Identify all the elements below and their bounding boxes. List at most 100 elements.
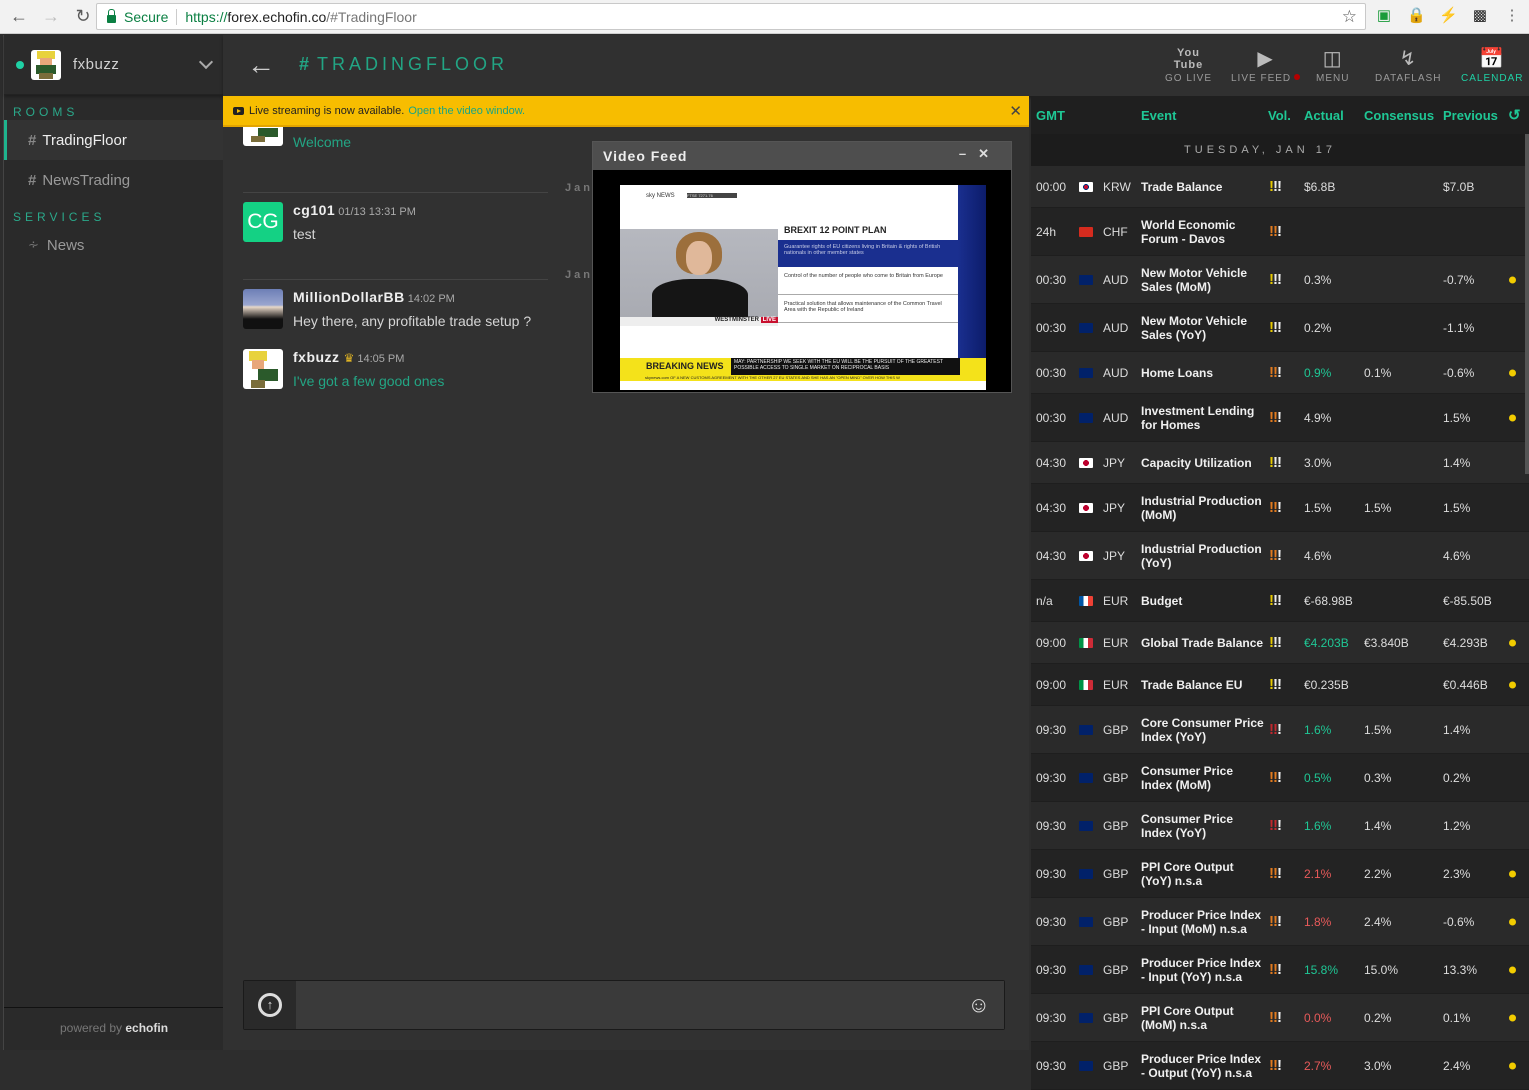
alert-dot-icon xyxy=(1509,918,1516,925)
live-feed-button[interactable]: ▶ LIVE FEED xyxy=(1231,45,1301,84)
message-author[interactable]: fxbuzz xyxy=(293,349,340,365)
event-name[interactable]: Consumer Price Index (MoM) xyxy=(1141,764,1265,792)
event-name[interactable]: New Motor Vehicle Sales (MoM) xyxy=(1141,266,1265,294)
table-row[interactable]: 09:30 GBP Producer Price Index - Input (Mo… xyxy=(1031,898,1529,946)
table-row[interactable]: n/a EUR Budget!!! €-68.98B €-85.50B xyxy=(1031,580,1529,622)
event-name[interactable]: Producer Price Index - Input (MoM) n.s.a xyxy=(1141,908,1265,936)
table-row[interactable]: 00:30 AUD Home Loans!!! 0.9% 0.1% -0.6% xyxy=(1031,352,1529,394)
actual-value: 3.0% xyxy=(1304,455,1332,470)
flag-jp-icon xyxy=(1079,550,1093,561)
upload-button[interactable]: ↑ xyxy=(244,981,296,1029)
message-author[interactable]: cg101 xyxy=(293,202,335,218)
message-text: test xyxy=(293,226,316,242)
event-name[interactable]: Trade Balance xyxy=(1141,180,1265,194)
video-window-header[interactable]: Video Feed –✕ xyxy=(593,142,1011,170)
table-row[interactable]: 09:00 EUR Trade Balance EU!!! €0.235B €0.446… xyxy=(1031,664,1529,706)
video-feed-window[interactable]: Video Feed –✕ sky NEWS FTSE 7271.76 WEST… xyxy=(592,141,1012,393)
table-row[interactable]: 09:30 GBP Core Consumer Price Index (YoY)!… xyxy=(1031,706,1529,754)
event-name[interactable]: Producer Price Index - Output (YoY) n.s.… xyxy=(1141,1052,1265,1080)
actual-value: €4.203B xyxy=(1304,635,1349,650)
event-time: 00:30 xyxy=(1036,272,1067,287)
event-time: 00:00 xyxy=(1036,179,1067,194)
table-row[interactable]: 09:00 EUR Global Trade Balance!!! €4.203B €3… xyxy=(1031,622,1529,664)
user-menu[interactable]: fxbuzz xyxy=(4,35,223,95)
flag-gb-icon xyxy=(1079,868,1093,879)
table-row[interactable]: 00:30 AUD New Motor Vehicle Sales (YoY)!!!… xyxy=(1031,304,1529,352)
table-row[interactable]: 04:30 JPY Industrial Production (YoY)!!! 4.… xyxy=(1031,532,1529,580)
youtube-icon: You Tube xyxy=(1173,47,1204,71)
table-row[interactable]: 00:30 AUD Investment Lending for Homes!!! 4… xyxy=(1031,394,1529,442)
event-name[interactable]: PPI Core Output (YoY) n.s.a xyxy=(1141,860,1265,888)
event-name[interactable]: Global Trade Balance xyxy=(1141,636,1265,650)
previous-value: €4.293B xyxy=(1443,635,1488,650)
event-name[interactable]: Capacity Utilization xyxy=(1141,456,1265,470)
event-name[interactable]: PPI Core Output (MoM) n.s.a xyxy=(1141,1004,1265,1032)
table-row[interactable]: 09:30 GBP Consumer Price Index (MoM)!!! 0.5… xyxy=(1031,754,1529,802)
event-name[interactable]: World Economic Forum - Davos xyxy=(1141,218,1265,246)
minimize-icon[interactable]: – xyxy=(959,146,978,161)
table-row[interactable]: 09:30 GBP Producer Price Index - Input (Yo… xyxy=(1031,946,1529,994)
table-row[interactable]: 09:30 GBP Producer Price Index - Output (Y… xyxy=(1031,1042,1529,1090)
padlock-extension-icon[interactable]: 🔒 xyxy=(1407,7,1426,25)
event-name[interactable]: Budget xyxy=(1141,594,1265,608)
table-row[interactable]: 00:30 AUD New Motor Vehicle Sales (MoM)!!!… xyxy=(1031,256,1529,304)
table-row[interactable]: 24h CHF World Economic Forum - Davos!!! xyxy=(1031,208,1529,256)
actual-value: 2.7% xyxy=(1304,1058,1332,1073)
event-name[interactable]: Trade Balance EU xyxy=(1141,678,1265,692)
currency: GBP xyxy=(1103,962,1129,977)
lightning-extension-icon[interactable]: ⚡ xyxy=(1439,7,1458,25)
chevron-down-icon[interactable] xyxy=(198,54,214,69)
volatility-icon: !!! xyxy=(1269,498,1282,516)
close-icon[interactable]: ✕ xyxy=(978,146,1001,161)
refresh-icon[interactable]: ↺ xyxy=(1508,106,1521,124)
video-player[interactable]: sky NEWS FTSE 7271.76 WESTMINSTER LIVE B… xyxy=(620,185,986,390)
event-name[interactable]: Investment Lending for Homes xyxy=(1141,404,1265,432)
bookmark-star-icon[interactable]: ☆ xyxy=(1342,7,1357,27)
event-name[interactable]: Industrial Production (MoM) xyxy=(1141,494,1265,522)
emoji-icon[interactable]: ☺ xyxy=(968,992,990,1018)
event-name[interactable]: Producer Price Index - Input (YoY) n.s.a xyxy=(1141,956,1265,984)
table-row[interactable]: 09:30 GBP PPI Core Output (MoM) n.s.a!!! 0.… xyxy=(1031,994,1529,1042)
close-icon[interactable]: ✕ xyxy=(1009,102,1022,120)
message-author[interactable]: MillionDollarBB xyxy=(293,289,405,305)
event-name[interactable]: Home Loans xyxy=(1141,366,1265,380)
event-name[interactable]: Industrial Production (YoY) xyxy=(1141,542,1265,570)
currency: AUD xyxy=(1103,272,1129,287)
scrollbar[interactable] xyxy=(1525,134,1529,474)
live-streaming-banner: Live streaming is now available. Open th… xyxy=(223,96,1029,127)
back-arrow-icon[interactable]: ← xyxy=(6,6,32,27)
brand-link[interactable]: echofin xyxy=(125,1021,168,1035)
forward-arrow-icon[interactable]: → xyxy=(38,6,64,27)
table-row[interactable]: 04:30 JPY Industrial Production (MoM)!!! 1.… xyxy=(1031,484,1529,532)
echofin-app: fxbuzz ROOMS # TradingFloor # NewsTradin… xyxy=(0,35,1529,1090)
dataflash-button[interactable]: ↯ DATAFLASH xyxy=(1375,45,1441,84)
table-row[interactable]: 00:00 KRW Trade Balance!!! $6.8B $7.0B xyxy=(1031,166,1529,208)
table-row[interactable]: 09:30 GBP Consumer Price Index (YoY)!!! 1.6… xyxy=(1031,802,1529,850)
reload-icon[interactable]: ↻ xyxy=(70,6,96,27)
sidebar-item-newstrading[interactable]: # NewsTrading xyxy=(4,160,223,200)
previous-value: 0.1% xyxy=(1443,1010,1471,1025)
sidebar-item-news[interactable]: ∻ News xyxy=(4,225,223,265)
event-name[interactable]: Core Consumer Price Index (YoY) xyxy=(1141,716,1265,744)
services-title: SERVICES xyxy=(13,210,106,224)
calendar-button[interactable]: 📅 CALENDAR xyxy=(1461,45,1523,84)
menu-button[interactable]: ◫ MENU xyxy=(1316,45,1349,84)
back-arrow-icon[interactable]: ← xyxy=(247,49,275,81)
event-time: 04:30 xyxy=(1036,548,1067,563)
sidebar-item-tradingfloor[interactable]: # TradingFloor xyxy=(4,120,223,160)
table-row[interactable]: 09:30 GBP PPI Core Output (YoY) n.s.a!!! 2.… xyxy=(1031,850,1529,898)
previous-value: €0.446B xyxy=(1443,677,1488,692)
event-name[interactable]: Consumer Price Index (YoY) xyxy=(1141,812,1265,840)
secure-label: Secure xyxy=(124,8,169,25)
address-bar[interactable]: Secure https://forex.echofin.co/#Trading… xyxy=(96,3,1366,30)
table-row[interactable]: 04:30 JPY Capacity Utilization!!! 3.0% 1.4% xyxy=(1031,442,1529,484)
previous-value: €-85.50B xyxy=(1443,593,1492,608)
go-live-button[interactable]: You Tube GO LIVE xyxy=(1165,45,1212,84)
extension-icon[interactable]: ▣ xyxy=(1375,7,1393,25)
volatility-icon: !!! xyxy=(1269,912,1282,930)
message-input[interactable] xyxy=(296,981,1004,1029)
event-name[interactable]: New Motor Vehicle Sales (YoY) xyxy=(1141,314,1265,342)
open-video-link[interactable]: Open the video window. xyxy=(408,105,525,117)
qr-code-icon[interactable]: ▩ xyxy=(1471,7,1489,25)
menu-dots-icon[interactable]: ⋮ xyxy=(1503,7,1521,25)
